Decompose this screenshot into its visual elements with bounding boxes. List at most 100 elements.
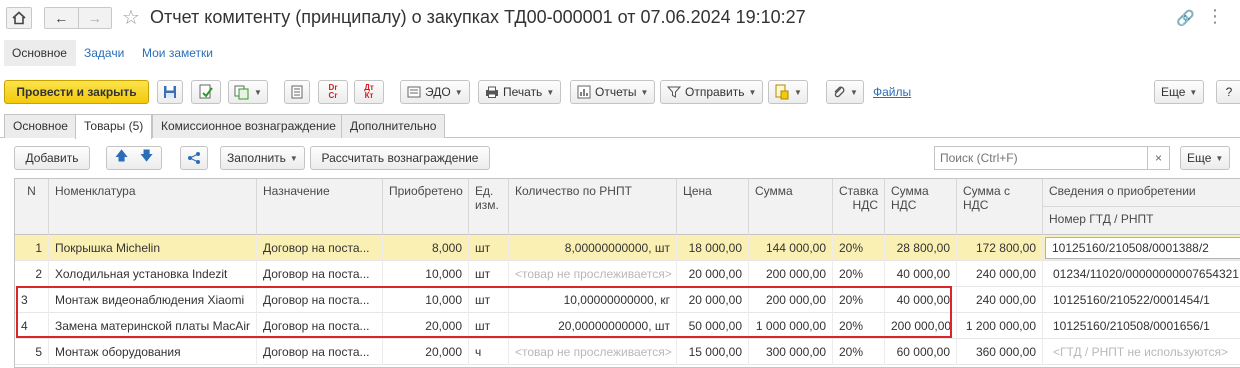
table-row[interactable]: 1 Покрышка Michelin Договор на поста... … bbox=[15, 235, 1240, 261]
cell-sum[interactable]: 300 000,00 bbox=[749, 339, 833, 365]
cell-rnpt-qty[interactable]: 8,00000000000, шт bbox=[509, 235, 677, 261]
table-row[interactable]: 3 Монтаж видеонаблюдения Xiaomi Договор … bbox=[15, 287, 1240, 313]
cell-gtd[interactable]: 10125160/210522/0001454/1 bbox=[1045, 287, 1240, 313]
back-arrow-icon[interactable]: ← bbox=[45, 10, 78, 26]
cell-vat-sum[interactable]: 40 000,00 bbox=[885, 287, 957, 313]
reports-button[interactable]: Отчеты ▼ bbox=[570, 80, 656, 104]
cell-purpose[interactable]: Договор на поста... bbox=[257, 287, 383, 313]
cell-unit[interactable]: ч bbox=[469, 339, 509, 365]
col-header-unit[interactable]: Ед. изм. bbox=[469, 179, 509, 235]
cell-gtd[interactable]: 10125160/210508/0001656/1 bbox=[1045, 313, 1240, 339]
cell-unit[interactable]: шт bbox=[469, 261, 509, 287]
cell-purpose[interactable]: Договор на поста... bbox=[257, 235, 383, 261]
cell-item[interactable]: Монтаж оборудования bbox=[49, 339, 257, 365]
cell-rnpt-qty[interactable]: 10,00000000000, кг bbox=[509, 287, 677, 313]
edo-button[interactable]: ЭДО ▼ bbox=[400, 80, 470, 104]
print-button[interactable]: Печать ▼ bbox=[478, 80, 562, 104]
formnav-main[interactable]: Основное bbox=[4, 40, 76, 66]
files-link[interactable]: Файлы bbox=[873, 85, 911, 99]
cell-sum-with-vat[interactable]: 360 000,00 bbox=[957, 339, 1043, 365]
col-header-item[interactable]: Номенклатура bbox=[49, 179, 257, 235]
col-header-purpose[interactable]: Назначение bbox=[257, 179, 383, 235]
cell-item[interactable]: Замена материнской платы MacAir bbox=[49, 313, 257, 339]
more-button[interactable]: Еще ▼ bbox=[1154, 80, 1205, 104]
table-row[interactable]: 4 Замена материнской платы MacAir Догово… bbox=[15, 313, 1240, 339]
cell-purpose[interactable]: Договор на поста... bbox=[257, 339, 383, 365]
help-button[interactable]: ? bbox=[1216, 80, 1240, 104]
cell-unit[interactable]: шт bbox=[469, 235, 509, 261]
attachments-menu-button[interactable]: ▼ bbox=[768, 80, 808, 104]
cell-sum[interactable]: 200 000,00 bbox=[749, 261, 833, 287]
col-header-gtd[interactable]: Номер ГТД / РНПТ bbox=[1043, 207, 1240, 235]
cell-vat-sum[interactable]: 60 000,00 bbox=[885, 339, 957, 365]
cell-vat-rate[interactable]: 20% bbox=[833, 287, 885, 313]
cell-sum-with-vat[interactable]: 1 200 000,00 bbox=[957, 313, 1043, 339]
col-header-vat-rate[interactable]: Ставка НДС bbox=[833, 179, 885, 235]
cell-gtd[interactable]: 10125160/210508/0001388/2 bbox=[1045, 237, 1240, 259]
dr-cr-button[interactable]: Dr Cr bbox=[318, 80, 348, 104]
cell-purchased[interactable]: 20,000 bbox=[383, 313, 469, 339]
search-input[interactable] bbox=[935, 147, 1145, 169]
col-header-vat-sum[interactable]: Сумма НДС bbox=[885, 179, 957, 235]
cell-price[interactable]: 15 000,00 bbox=[677, 339, 749, 365]
cell-purchased[interactable]: 8,000 bbox=[383, 235, 469, 261]
favorite-star-icon[interactable]: ☆ bbox=[122, 5, 140, 30]
col-header-sum-with-vat[interactable]: Сумма с НДС bbox=[957, 179, 1043, 235]
tab-goods[interactable]: Товары (5) bbox=[75, 114, 153, 139]
cell-vat-rate[interactable]: 20% bbox=[833, 235, 885, 261]
clear-search-icon[interactable]: × bbox=[1147, 147, 1169, 169]
cell-gtd[interactable]: <ГТД / РНПТ не используются> bbox=[1045, 339, 1240, 365]
tab-commission[interactable]: Комиссионное вознаграждение bbox=[152, 114, 345, 138]
col-header-sum[interactable]: Сумма bbox=[749, 179, 833, 235]
send-button[interactable]: Отправить ▼ bbox=[660, 80, 764, 104]
calculate-commission-button[interactable]: Рассчитать вознаграждение bbox=[310, 146, 490, 170]
cell-vat-sum[interactable]: 200 000,00 bbox=[885, 313, 957, 339]
cell-vat-rate[interactable]: 20% bbox=[833, 261, 885, 287]
cell-rnpt-qty[interactable]: 20,00000000000, шт bbox=[509, 313, 677, 339]
cell-unit[interactable]: шт bbox=[469, 287, 509, 313]
cell-vat-sum[interactable]: 40 000,00 bbox=[885, 261, 957, 287]
cell-price[interactable]: 20 000,00 bbox=[677, 261, 749, 287]
tab-additional[interactable]: Дополнительно bbox=[341, 114, 446, 138]
forward-arrow-icon[interactable]: → bbox=[78, 10, 111, 26]
cell-purchased[interactable]: 10,000 bbox=[383, 287, 469, 313]
cell-sum-with-vat[interactable]: 240 000,00 bbox=[957, 261, 1043, 287]
table-row[interactable]: 2 Холодильная установка Indezit Договор … bbox=[15, 261, 1240, 287]
cell-purpose[interactable]: Договор на поста... bbox=[257, 313, 383, 339]
menu-dots-icon[interactable]: ⋮ bbox=[1206, 6, 1224, 27]
cell-vat-rate[interactable]: 20% bbox=[833, 313, 885, 339]
create-based-on-button[interactable]: ▼ bbox=[228, 80, 268, 104]
save-button[interactable] bbox=[157, 80, 183, 104]
col-header-rnpt-qty[interactable]: Количество по РНПТ bbox=[509, 179, 677, 235]
move-down-icon[interactable]: 🡇 bbox=[140, 147, 153, 169]
cell-sum-with-vat[interactable]: 240 000,00 bbox=[957, 287, 1043, 313]
formnav-notes[interactable]: Мои заметки bbox=[142, 40, 213, 66]
col-header-acq-info[interactable]: Сведения о приобретении bbox=[1043, 179, 1240, 207]
cell-vat-rate[interactable]: 20% bbox=[833, 339, 885, 365]
fill-button[interactable]: Заполнить ▼ bbox=[220, 146, 305, 170]
cell-unit[interactable]: шт bbox=[469, 313, 509, 339]
cell-price[interactable]: 18 000,00 bbox=[677, 235, 749, 261]
cell-sum[interactable]: 144 000,00 bbox=[749, 235, 833, 261]
cell-rnpt-qty[interactable]: <товар не прослеживается> bbox=[509, 261, 677, 287]
home-button[interactable] bbox=[6, 7, 32, 29]
table-row[interactable]: 5 Монтаж оборудования Договор на поста..… bbox=[15, 339, 1240, 365]
post-and-close-button[interactable]: Провести и закрыть bbox=[4, 80, 149, 104]
cell-item[interactable]: Покрышка Michelin bbox=[49, 235, 257, 261]
cell-rnpt-qty[interactable]: <товар не прослеживается> bbox=[509, 339, 677, 365]
document-journal-button[interactable] bbox=[284, 80, 310, 104]
cell-purchased[interactable]: 20,000 bbox=[383, 339, 469, 365]
cell-purchased[interactable]: 10,000 bbox=[383, 261, 469, 287]
tab-main[interactable]: Основное bbox=[4, 114, 77, 138]
cell-sum-with-vat[interactable]: 172 800,00 bbox=[957, 235, 1043, 261]
cell-sum[interactable]: 200 000,00 bbox=[749, 287, 833, 313]
cell-price[interactable]: 50 000,00 bbox=[677, 313, 749, 339]
cell-gtd[interactable]: 01234/11020/00000000007654321 bbox=[1045, 261, 1240, 287]
share-button[interactable] bbox=[180, 146, 208, 170]
table-more-button[interactable]: Еще ▼ bbox=[1180, 146, 1231, 170]
cell-purpose[interactable]: Договор на поста... bbox=[257, 261, 383, 287]
post-button[interactable] bbox=[191, 80, 221, 104]
cell-price[interactable]: 20 000,00 bbox=[677, 287, 749, 313]
dt-kt-button[interactable]: Дт Кт bbox=[354, 80, 384, 104]
formnav-tasks[interactable]: Задачи bbox=[84, 40, 124, 66]
